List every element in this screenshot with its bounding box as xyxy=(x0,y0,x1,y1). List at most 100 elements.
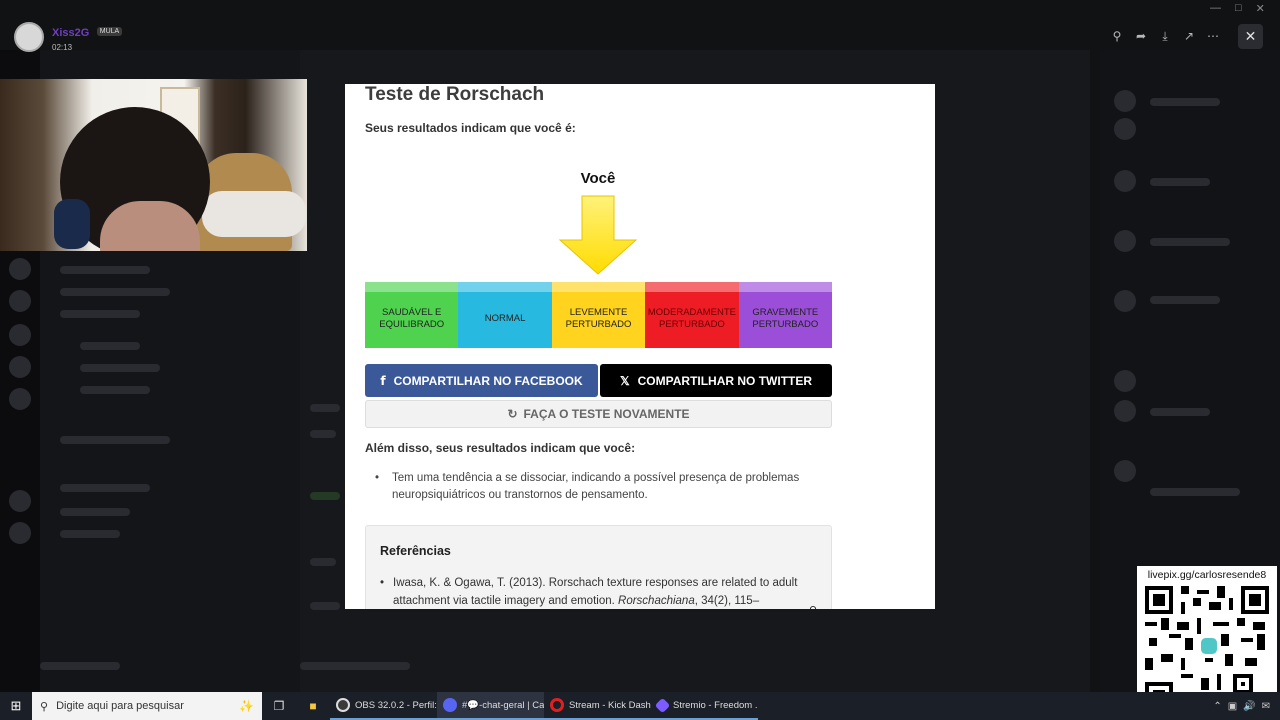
member-row xyxy=(1150,238,1230,246)
viewer-toolbar: ⚲ ➦ ⤓ ↗ ⋯ xyxy=(1108,26,1222,46)
server-icon xyxy=(9,388,31,410)
scale-segment: NORMAL xyxy=(458,282,553,348)
member-row xyxy=(1150,488,1240,496)
marker-label: Você xyxy=(580,170,616,187)
taskbar-app-obs[interactable]: OBS 32.0.2 - Perfil: ... xyxy=(330,692,437,720)
result-modal: Teste de Rorschach Seus resultados indic… xyxy=(345,84,935,609)
windows-start-icon[interactable]: ⊞ xyxy=(0,692,32,720)
channel-row xyxy=(60,436,170,444)
member-avatar xyxy=(1114,460,1136,482)
maximize-icon[interactable]: □ xyxy=(1235,2,1242,15)
window-controls: — □ ✕ xyxy=(1210,2,1265,15)
additional-results-heading: Além disso, seus resultados indicam que … xyxy=(365,441,636,455)
member-avatar xyxy=(1114,230,1136,252)
facebook-icon: f xyxy=(380,373,386,388)
member-avatar xyxy=(1114,290,1136,312)
timestamp: 02:13 xyxy=(52,42,73,52)
chevron-up-icon[interactable]: ⌃ xyxy=(1213,701,1221,712)
chat-row xyxy=(310,558,336,566)
server-icon xyxy=(9,490,31,512)
taskbar-app-discord[interactable]: #💬-chat-geral | Ca... xyxy=(437,692,544,720)
retake-test-button[interactable]: ↻ FAÇA O TESTE NOVAMENTE xyxy=(365,400,832,428)
obs-icon xyxy=(336,698,350,712)
system-tray: ⌃ ▣ 🔊 ✉ xyxy=(1213,701,1280,712)
zoom-cursor-icon: ⚲ xyxy=(809,604,817,609)
volume-icon[interactable]: 🔊 xyxy=(1243,701,1255,712)
notification-icon[interactable]: ✉ xyxy=(1262,701,1270,712)
close-icon[interactable]: ✕ xyxy=(1238,24,1263,49)
share-twitter-label: COMPARTILHAR NO TWITTER xyxy=(637,373,813,388)
taskbar-app-label: #💬-chat-geral | Ca... xyxy=(462,699,544,711)
taskbar-app-stremio[interactable]: Stremio - Freedom ... xyxy=(651,692,758,720)
open-external-icon[interactable]: ↗ xyxy=(1180,26,1198,46)
download-icon[interactable]: ⤓ xyxy=(1156,26,1174,46)
share-twitter-button[interactable]: 𝕏 COMPARTILHAR NO TWITTER xyxy=(600,364,832,397)
headset-icon xyxy=(54,199,90,249)
member-row xyxy=(1150,296,1220,304)
channel-row xyxy=(60,508,130,516)
scale-segment: GRAVEMENTE PERTURBADO xyxy=(738,282,833,348)
list-item: Tem uma tendência a se dissociar, indica… xyxy=(392,472,800,501)
taskbar: ⊞ ⚲ Digite aqui para pesquisar ✨ ❐ ■ OBS… xyxy=(0,692,1280,720)
server-icon xyxy=(9,356,31,378)
member-avatar xyxy=(1114,90,1136,112)
file-explorer-icon[interactable]: ■ xyxy=(296,692,330,720)
share-facebook-label: COMPARTILHAR NO FACEBOOK xyxy=(393,373,583,388)
member-avatar xyxy=(1114,118,1136,140)
stremio-icon xyxy=(654,697,671,713)
chat-row xyxy=(310,430,336,438)
server-icon xyxy=(9,258,31,280)
chat-row xyxy=(310,404,340,412)
member-row xyxy=(1150,408,1210,416)
x-logo-icon: 𝕏 xyxy=(619,373,630,388)
username[interactable]: Xiss2G xyxy=(52,27,89,39)
reference-journal: Rorschachiana xyxy=(618,595,695,607)
references-box: Referências • Iwasa, K. & Ogawa, T. (201… xyxy=(365,525,832,609)
channel-row xyxy=(40,662,120,670)
member-avatar xyxy=(1114,400,1136,422)
taskbar-app-label: Stremio - Freedom ... xyxy=(673,699,758,711)
network-icon[interactable]: ▣ xyxy=(1228,701,1237,712)
taskbar-search-input[interactable]: ⚲ Digite aqui para pesquisar ✨ xyxy=(32,692,262,720)
channel-row xyxy=(80,386,150,394)
page-title: Teste de Rorschach xyxy=(365,84,545,105)
member-avatar xyxy=(1114,370,1136,392)
channel-row xyxy=(60,288,170,296)
avatar[interactable] xyxy=(14,22,44,52)
channel-row xyxy=(60,266,150,274)
channel-row xyxy=(60,484,150,492)
server-icon xyxy=(9,324,31,346)
donation-url: livepix.gg/carlosresende8 xyxy=(1147,569,1267,581)
result-subtitle: Seus resultados indicam que você é: xyxy=(365,121,576,135)
taskbar-app-label: OBS 32.0.2 - Perfil: ... xyxy=(355,699,437,711)
zoom-icon[interactable]: ⚲ xyxy=(1108,26,1126,46)
reference-item: • Iwasa, K. & Ogawa, T. (2013). Rorschac… xyxy=(380,574,820,609)
taskbar-app-kick[interactable]: Stream - Kick Dash... xyxy=(544,692,651,720)
minimize-icon[interactable]: — xyxy=(1210,2,1221,15)
references-title: Referências xyxy=(380,544,451,558)
chat-row xyxy=(310,492,340,500)
member-avatar xyxy=(1114,170,1136,192)
server-icon xyxy=(9,290,31,312)
search-icon: ⚲ xyxy=(40,700,49,713)
webcam-feed xyxy=(0,79,307,251)
webcam-cloth xyxy=(202,191,306,237)
channel-row xyxy=(80,364,160,372)
more-icon[interactable]: ⋯ xyxy=(1204,26,1222,46)
forward-icon[interactable]: ➦ xyxy=(1132,26,1150,46)
result-scale: SAUDÁVEL E EQUILIBRADO NORMAL LEVEMENTE … xyxy=(365,282,833,348)
bullet-icon: • xyxy=(380,577,385,589)
channel-row xyxy=(60,310,140,318)
user-badge: MULA xyxy=(96,26,123,36)
task-view-icon[interactable]: ❐ xyxy=(262,692,296,720)
window-close-icon[interactable]: ✕ xyxy=(1256,2,1265,15)
findings-list: • Tem uma tendência a se dissociar, indi… xyxy=(375,470,815,504)
search-placeholder: Digite aqui para pesquisar xyxy=(56,700,184,712)
member-row xyxy=(1150,178,1210,186)
scale-segment: MODERADAMENTE PERTURBADO xyxy=(645,282,740,348)
share-facebook-button[interactable]: f COMPARTILHAR NO FACEBOOK xyxy=(365,364,598,397)
reference-tail: , 34(2), 115– xyxy=(694,595,760,607)
scale-segment: LEVEMENTE PERTURBADO xyxy=(551,282,646,348)
opera-icon xyxy=(550,698,564,712)
discord-icon xyxy=(443,698,457,712)
